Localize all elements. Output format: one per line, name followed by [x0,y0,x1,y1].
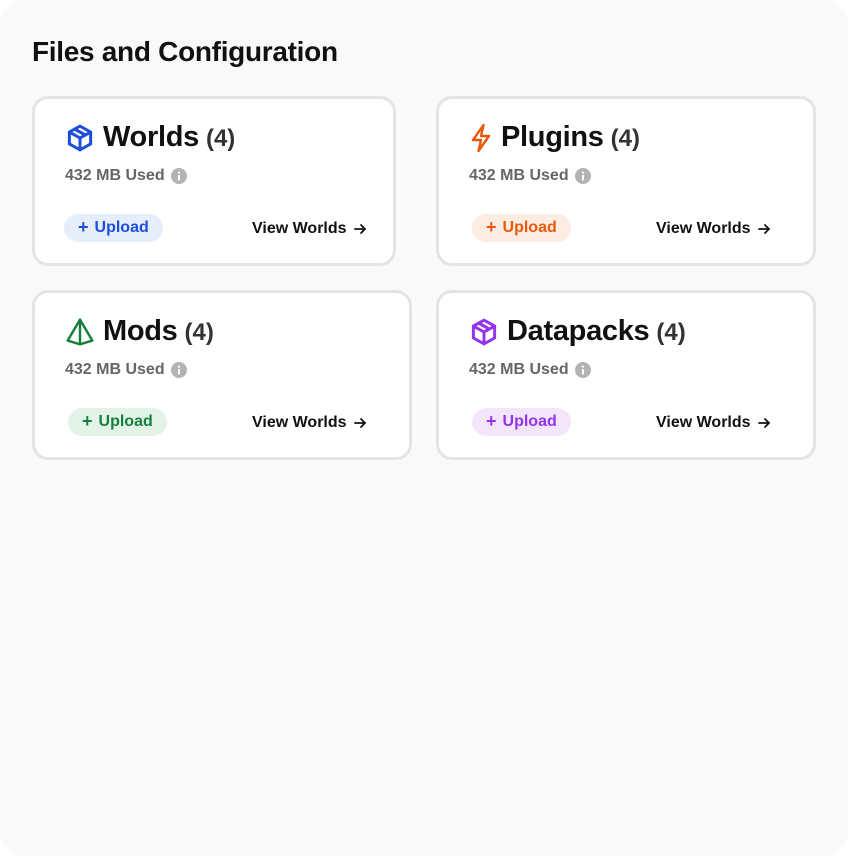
datapacks-card: Datapacks (4) 432 MB Used + Upload View … [436,290,816,460]
view-worlds-link[interactable]: View Worlds [656,414,771,432]
package-icon [469,317,499,347]
card-header: Worlds (4) [65,121,235,154]
arrow-right-icon [757,222,771,236]
info-icon[interactable] [170,362,187,378]
arrow-right-icon [353,222,367,236]
card-title: Datapacks [507,315,650,347]
upload-label: Upload [502,219,557,236]
upload-button[interactable]: + Upload [68,408,167,436]
upload-button[interactable]: + Upload [472,408,571,436]
card-title: Mods [103,315,178,347]
plugins-card: Plugins (4) 432 MB Used + Upload View Wo… [436,96,816,266]
upload-label: Upload [98,413,153,430]
plus-icon: + [486,410,497,431]
storage-usage: 432 MB Used [65,167,187,185]
cube-icon [65,123,95,153]
view-link-label: View Worlds [252,220,347,237]
card-count: (4) [656,318,686,346]
card-title: Worlds [103,121,199,153]
plus-icon: + [486,216,497,237]
storage-usage: 432 MB Used [65,361,187,379]
view-worlds-link[interactable]: View Worlds [252,220,367,238]
pyramid-icon [65,317,95,347]
card-header: Datapacks (4) [469,315,686,348]
view-link-label: View Worlds [656,220,751,237]
page-title: Files and Configuration [32,36,338,67]
info-icon[interactable] [574,168,591,184]
plus-icon: + [78,216,89,237]
mods-card: Mods (4) 432 MB Used + Upload View World… [32,290,412,460]
card-count: (4) [205,124,236,152]
usage-text: 432 MB Used [469,167,569,184]
upload-button[interactable]: + Upload [64,214,163,242]
info-icon[interactable] [170,168,187,184]
storage-usage: 432 MB Used [469,361,591,379]
files-configuration-panel: Files and Configuration Worlds (4) 432 M… [0,0,848,856]
usage-text: 432 MB Used [469,361,569,378]
arrow-right-icon [757,416,771,430]
view-link-label: View Worlds [252,414,347,431]
view-link-label: View Worlds [656,414,751,431]
view-worlds-link[interactable]: View Worlds [252,414,367,432]
view-worlds-link[interactable]: View Worlds [656,220,771,238]
card-header: Mods (4) [65,315,214,348]
card-title: Plugins [501,121,604,153]
arrow-right-icon [353,416,367,430]
card-count: (4) [184,318,214,346]
upload-label: Upload [94,219,149,236]
usage-text: 432 MB Used [65,167,165,184]
lightning-icon [469,123,493,153]
storage-usage: 432 MB Used [469,167,591,185]
info-icon[interactable] [574,362,591,378]
card-header: Plugins (4) [469,121,640,154]
usage-text: 432 MB Used [65,361,165,378]
worlds-card: Worlds (4) 432 MB Used + Upload View Wor… [32,96,396,266]
card-count: (4) [610,124,640,152]
plus-icon: + [82,410,93,431]
upload-label: Upload [502,413,557,430]
upload-button[interactable]: + Upload [472,214,571,242]
